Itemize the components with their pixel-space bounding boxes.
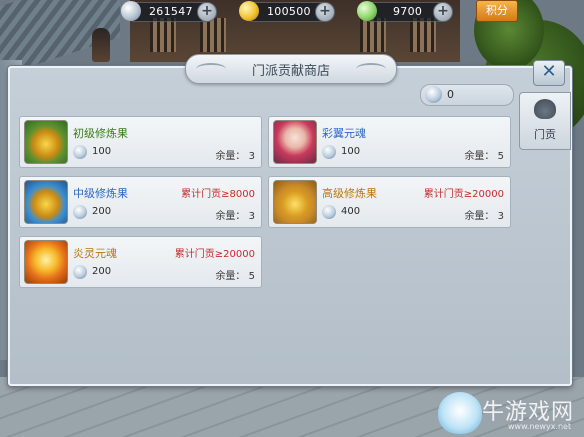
stock-value: 3 bbox=[248, 151, 255, 162]
shop-title-bar: 门派贡献商店 bbox=[185, 54, 397, 84]
tab-label: 门贡 bbox=[534, 128, 556, 141]
item-name: 彩翼元魂 bbox=[322, 127, 366, 140]
tab-sect-contribution[interactable]: 门贡 bbox=[519, 92, 571, 150]
soul-portrait-icon bbox=[273, 120, 317, 164]
title-ornament bbox=[356, 63, 386, 75]
shop-item[interactable]: 初级修炼果 100 余量： 3 bbox=[19, 116, 262, 168]
contribution-coin-icon bbox=[73, 145, 87, 159]
item-price: 100 bbox=[341, 146, 361, 157]
stock-value: 5 bbox=[248, 271, 255, 282]
item-price: 100 bbox=[92, 146, 112, 157]
close-icon: ✕ bbox=[541, 61, 557, 82]
stock-label: 余量： bbox=[215, 151, 246, 162]
cow-logo-icon bbox=[438, 392, 482, 434]
silver-coin-icon bbox=[121, 1, 141, 21]
add-gold-button[interactable]: + bbox=[315, 2, 335, 22]
add-jade-button[interactable]: + bbox=[433, 2, 453, 22]
building-window bbox=[150, 18, 176, 52]
item-price: 200 bbox=[92, 266, 112, 277]
jade-currency: 9700 + bbox=[357, 1, 453, 22]
jade-amount: 9700 bbox=[393, 5, 423, 18]
shop-item[interactable]: 彩翼元魂 100 余量： 5 bbox=[268, 116, 511, 168]
item-name: 初级修炼果 bbox=[73, 127, 128, 140]
stock-label: 余量： bbox=[215, 271, 246, 282]
item-requirement: 累计门贡≥8000 bbox=[181, 189, 255, 200]
watermark-url: www.newyx.net bbox=[508, 422, 572, 431]
contribution-coin-icon bbox=[73, 205, 87, 219]
shop-item[interactable]: 中级修炼果 累计门贡≥8000 200 余量： 3 bbox=[19, 176, 262, 228]
building-window bbox=[410, 18, 436, 52]
fire-soul-icon bbox=[24, 240, 68, 284]
gold-currency: 100500 + bbox=[239, 1, 335, 22]
stock-label: 余量： bbox=[464, 151, 495, 162]
contribution-coin-icon bbox=[322, 205, 336, 219]
item-name: 中级修炼果 bbox=[73, 187, 128, 200]
silver-amount: 261547 bbox=[149, 5, 193, 18]
gold-amount: 100500 bbox=[267, 5, 311, 18]
shop-item[interactable]: 炎灵元魂 累计门贡≥20000 200 余量： 5 bbox=[19, 236, 262, 288]
item-name: 炎灵元魂 bbox=[73, 247, 117, 260]
contribution-coin-icon bbox=[322, 145, 336, 159]
player-character[interactable] bbox=[92, 28, 110, 62]
contribution-coin-icon bbox=[425, 86, 442, 103]
item-requirement: 累计门贡≥20000 bbox=[174, 249, 255, 260]
stock-value: 3 bbox=[248, 211, 255, 222]
item-stock: 余量： 3 bbox=[215, 147, 255, 162]
stock-value: 3 bbox=[497, 211, 504, 222]
close-button[interactable]: ✕ bbox=[533, 60, 565, 86]
shop-item[interactable]: 高级修炼果 累计门贡≥20000 400 余量： 3 bbox=[268, 176, 511, 228]
item-stock: 余量： 5 bbox=[464, 147, 504, 162]
building-window bbox=[360, 18, 386, 52]
cultivation-fruit-icon bbox=[24, 120, 68, 164]
silver-currency: 261547 + bbox=[121, 1, 217, 22]
item-stock: 余量： 3 bbox=[464, 207, 504, 222]
pouch-icon bbox=[534, 99, 556, 119]
item-stock: 余量： 3 bbox=[215, 207, 255, 222]
cultivation-fruit-icon bbox=[273, 180, 317, 224]
contribution-balance: 0 bbox=[420, 84, 514, 106]
stock-value: 5 bbox=[497, 151, 504, 162]
jade-ingot-icon bbox=[357, 1, 377, 21]
stock-label: 余量： bbox=[215, 211, 246, 222]
building-window bbox=[200, 18, 226, 52]
item-requirement: 累计门贡≥20000 bbox=[423, 189, 504, 200]
item-price: 400 bbox=[341, 206, 361, 217]
currency-bar: 261547 + 100500 + 9700 + 积分 bbox=[0, 0, 584, 22]
cultivation-fruit-icon bbox=[24, 180, 68, 224]
item-stock: 余量： 5 bbox=[215, 267, 255, 282]
gold-coin-icon bbox=[239, 1, 259, 21]
points-button[interactable]: 积分 bbox=[476, 0, 518, 22]
item-price: 200 bbox=[92, 206, 112, 217]
contribution-balance-value: 0 bbox=[447, 88, 454, 101]
add-silver-button[interactable]: + bbox=[197, 2, 217, 22]
contribution-coin-icon bbox=[73, 265, 87, 279]
stock-label: 余量： bbox=[464, 211, 495, 222]
item-name: 高级修炼果 bbox=[322, 187, 377, 200]
site-watermark: 牛游戏网 www.newyx.net bbox=[438, 392, 584, 436]
